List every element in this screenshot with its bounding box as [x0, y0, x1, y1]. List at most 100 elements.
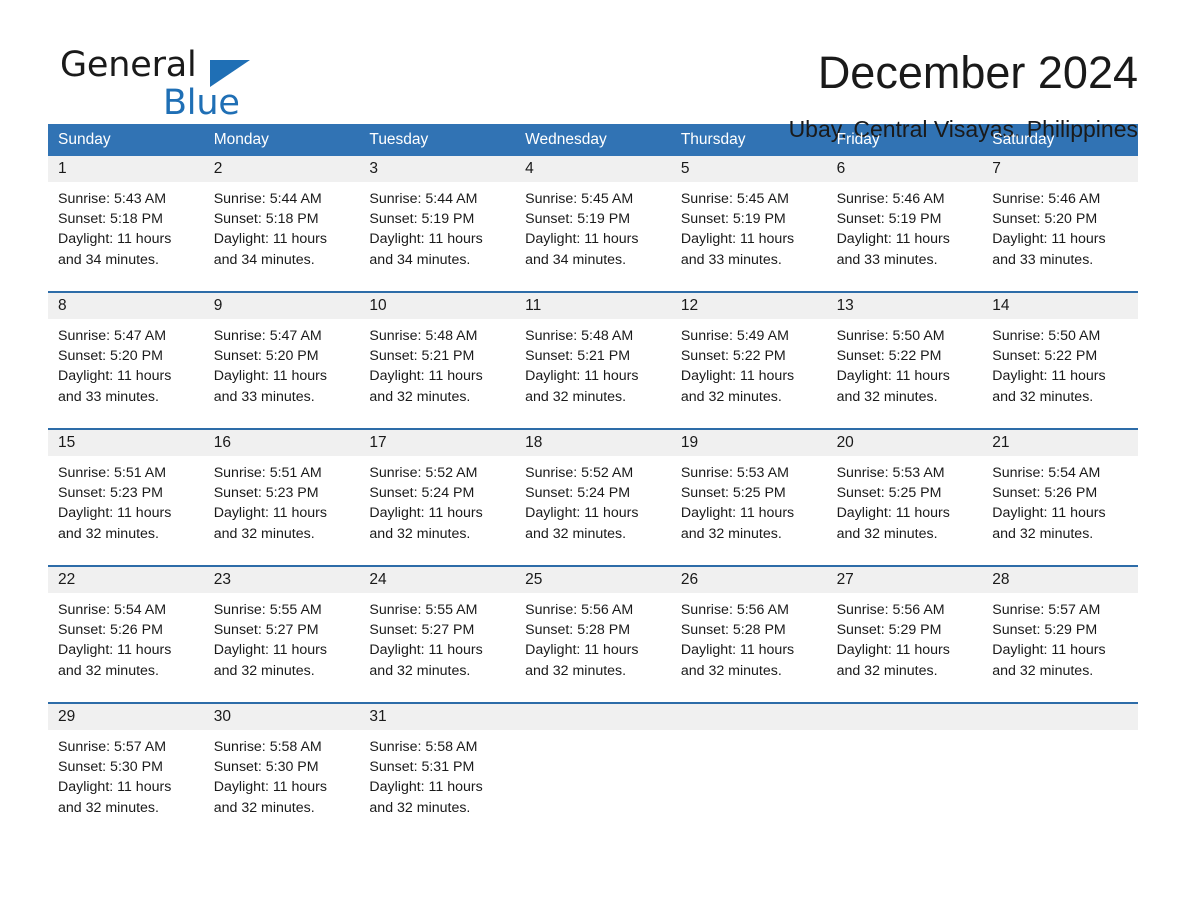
day-number[interactable]: 14 [982, 293, 1138, 319]
day-cell[interactable]: Sunrise: 5:51 AM Sunset: 5:23 PM Daylight:… [204, 456, 360, 556]
day-number[interactable]: 13 [827, 293, 983, 319]
sunset-text: Sunset: 5:28 PM [680, 622, 786, 639]
day-cell[interactable]: Sunrise: 5:58 AM Sunset: 5:30 PM Daylight:… [204, 730, 360, 830]
day-cell[interactable]: Sunrise: 5:47 AM Sunset: 5:20 PM Daylight:… [204, 319, 360, 419]
day-number[interactable]: 10 [359, 293, 515, 319]
day-number[interactable]: 4 [515, 156, 671, 182]
day-number[interactable]: 15 [48, 430, 204, 456]
day-number[interactable]: 8 [48, 293, 204, 319]
sunrise-text: Sunrise: 5:47 AM [213, 328, 322, 344]
day-detail-band: Sunrise: 5:54 AM Sunset: 5:26 PM Daylight:… [48, 593, 1138, 693]
day-cell[interactable]: Sunrise: 5:48 AM Sunset: 5:21 PM Daylight:… [359, 319, 515, 419]
day-number[interactable]: 22 [48, 567, 204, 593]
day-number[interactable]: 16 [204, 430, 360, 456]
day-cell[interactable]: Sunrise: 5:55 AM Sunset: 5:27 PM Daylight:… [204, 593, 360, 693]
day-number[interactable]: 7 [982, 156, 1138, 182]
sunrise-text: Sunrise: 5:46 AM [992, 191, 1101, 207]
sunset-text: Sunset: 5:19 PM [369, 211, 475, 228]
day-cell[interactable]: Sunrise: 5:57 AM Sunset: 5:30 PM Daylight:… [48, 730, 204, 830]
day-cell[interactable]: Sunrise: 5:55 AM Sunset: 5:27 PM Daylight:… [359, 593, 515, 693]
day-cell[interactable]: Sunrise: 5:54 AM Sunset: 5:26 PM Daylight:… [48, 593, 204, 693]
day-cell[interactable]: Sunrise: 5:44 AM Sunset: 5:18 PM Daylight:… [204, 182, 360, 282]
calendar-week-row: 8 9 10 11 12 13 14 Sunrise: 5:47 AM Sunset: 5:20… [48, 291, 1138, 419]
day-number[interactable]: 26 [671, 567, 827, 593]
day-number[interactable]: 24 [359, 567, 515, 593]
day-cell[interactable]: Sunrise: 5:54 AM Sunset: 5:26 PM Daylight:… [982, 456, 1138, 556]
calendar-grid: Sunday Monday Tuesday Wednesday Thursday Frid… [48, 124, 1138, 830]
day-cell[interactable]: Sunrise: 5:45 AM Sunset: 5:19 PM Daylight:… [515, 182, 671, 282]
sunset-text: Sunset: 5:23 PM [213, 485, 319, 502]
day-cell[interactable]: Sunrise: 5:47 AM Sunset: 5:20 PM Daylight:… [48, 319, 204, 419]
day-cell[interactable]: Sunrise: 5:45 AM Sunset: 5:19 PM Daylight:… [671, 182, 827, 282]
sunset-text: Sunset: 5:23 PM [58, 485, 163, 502]
day-cell[interactable]: Sunrise: 5:50 AM Sunset: 5:22 PM Daylight:… [827, 319, 983, 419]
daylight-text: Daylight: 11 hours and 33 minutes. [58, 368, 172, 405]
calendar-week-row: 29 30 31 Sunrise: 5:57 AM Sunset: 5:30 PM Day… [48, 702, 1138, 830]
day-cell[interactable]: Sunrise: 5:43 AM Sunset: 5:18 PM Daylight:… [48, 182, 204, 282]
day-cell[interactable]: Sunrise: 5:44 AM Sunset: 5:19 PM Daylight:… [359, 182, 515, 282]
sunset-text: Sunset: 5:22 PM [836, 348, 942, 365]
day-number[interactable]: 29 [48, 704, 204, 730]
sunset-text: Sunset: 5:26 PM [992, 485, 1098, 502]
day-number[interactable]: 2 [204, 156, 360, 182]
daylight-text: Daylight: 11 hours and 32 minutes. [369, 642, 483, 679]
day-cell[interactable]: Sunrise: 5:49 AM Sunset: 5:22 PM Daylight:… [671, 319, 827, 419]
day-cell[interactable]: Sunrise: 5:58 AM Sunset: 5:31 PM Daylight:… [359, 730, 515, 830]
day-cell[interactable]: Sunrise: 5:50 AM Sunset: 5:22 PM Daylight:… [982, 319, 1138, 419]
sunrise-text: Sunrise: 5:54 AM [58, 602, 167, 618]
day-cell[interactable]: Sunrise: 5:53 AM Sunset: 5:25 PM Daylight:… [671, 456, 827, 556]
day-number[interactable]: 5 [671, 156, 827, 182]
day-number-band: 1234567 [48, 156, 1138, 182]
sunset-text: Sunset: 5:29 PM [992, 622, 1098, 639]
page-header: General Blue December 2024 Ubay, Central… [0, 0, 1188, 142]
sunrise-text: Sunrise: 5:50 AM [836, 328, 945, 344]
day-number[interactable]: 27 [827, 567, 983, 593]
day-number[interactable]: 31 [359, 704, 515, 730]
logo-text-general: General [60, 45, 197, 85]
sunset-text: Sunset: 5:24 PM [369, 485, 475, 502]
day-cell[interactable]: Sunrise: 5:48 AM Sunset: 5:21 PM Daylight:… [515, 319, 671, 419]
day-number[interactable]: 3 [359, 156, 515, 182]
sunrise-text: Sunrise: 5:55 AM [213, 602, 322, 618]
day-cell[interactable]: Sunrise: 5:52 AM Sunset: 5:24 PM Daylight:… [515, 456, 671, 556]
sunset-text: Sunset: 5:19 PM [525, 211, 631, 228]
sunrise-text: Sunrise: 5:47 AM [58, 328, 167, 344]
sunset-text: Sunset: 5:18 PM [58, 211, 163, 228]
day-number-empty [982, 704, 1138, 730]
daylight-text: Daylight: 11 hours and 33 minutes. [836, 231, 950, 268]
day-number[interactable]: 23 [204, 567, 360, 593]
sunrise-text: Sunrise: 5:57 AM [992, 602, 1101, 618]
day-cell[interactable]: Sunrise: 5:46 AM Sunset: 5:20 PM Daylight:… [982, 182, 1138, 282]
daylight-text: Daylight: 11 hours and 32 minutes. [525, 642, 639, 679]
calendar-weeks: 1 2 3 4 5 6 7 Sunrise: 5:43 AM Sunset: 5:18 PM Da… [48, 156, 1138, 830]
weekday-header-wednesday: Wednesday [525, 131, 607, 148]
daylight-text: Daylight: 11 hours and 32 minutes. [836, 505, 950, 542]
day-number-band: 22 23 24 25 26 27 28 [48, 567, 1138, 593]
sunset-text: Sunset: 5:21 PM [369, 348, 475, 365]
day-cell[interactable]: Sunrise: 5:56 AM Sunset: 5:29 PM Daylight:… [827, 593, 983, 693]
day-cell[interactable]: Sunrise: 5:56 AM Sunset: 5:28 PM Daylight:… [671, 593, 827, 693]
day-number[interactable]: 11 [515, 293, 671, 319]
day-cell[interactable]: Sunrise: 5:51 AM Sunset: 5:23 PM Daylight:… [48, 456, 204, 556]
day-number[interactable]: 9 [204, 293, 360, 319]
day-number[interactable]: 6 [827, 156, 983, 182]
day-number[interactable]: 19 [671, 430, 827, 456]
daylight-text: Daylight: 11 hours and 32 minutes. [58, 779, 172, 816]
day-number[interactable]: 21 [982, 430, 1138, 456]
daylight-text: Daylight: 11 hours and 32 minutes. [680, 505, 795, 542]
day-cell[interactable]: Sunrise: 5:56 AM Sunset: 5:28 PM Daylight:… [515, 593, 671, 693]
day-number[interactable]: 17 [359, 430, 515, 456]
day-cell[interactable]: Sunrise: 5:46 AM Sunset: 5:19 PM Daylight:… [827, 182, 983, 282]
generalblue-logo[interactable]: General Blue [60, 44, 290, 123]
day-number[interactable]: 30 [204, 704, 360, 730]
day-cell[interactable]: Sunrise: 5:52 AM Sunset: 5:24 PM Daylight:… [359, 456, 515, 556]
day-cell[interactable]: Sunrise: 5:57 AM Sunset: 5:29 PM Daylight:… [982, 593, 1138, 693]
day-number[interactable]: 28 [982, 567, 1138, 593]
day-number[interactable]: 25 [515, 567, 671, 593]
day-number[interactable]: 18 [515, 430, 671, 456]
day-cell[interactable]: Sunrise: 5:53 AM Sunset: 5:25 PM Daylight:… [827, 456, 983, 556]
day-number[interactable]: 12 [671, 293, 827, 319]
daylight-text: Daylight: 11 hours and 32 minutes. [680, 368, 795, 405]
day-number[interactable]: 1 [48, 156, 204, 182]
day-number[interactable]: 20 [827, 430, 983, 456]
